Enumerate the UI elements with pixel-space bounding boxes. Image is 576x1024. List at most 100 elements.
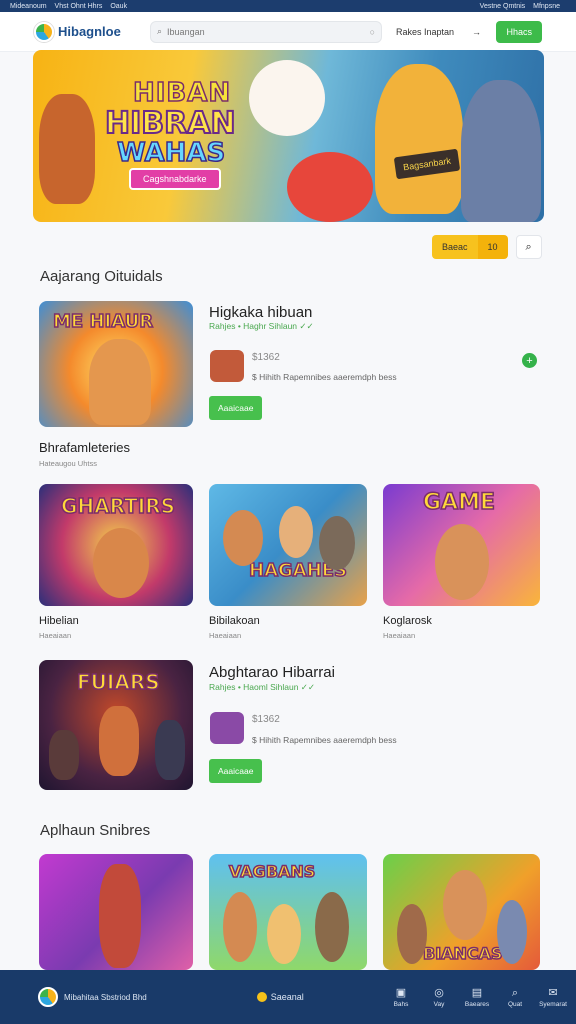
nav-item-2[interactable]: ◎ Vay [428,987,450,1008]
grid2-thumb-3[interactable]: BIANCAS [383,854,540,970]
filter-toolbar: Baeac 10 ⌕ [432,235,542,259]
hero-title-line1: HIBAN [132,77,232,109]
footer-center-text: Saeanal [270,992,304,1002]
arrow-icon: → [472,26,482,37]
top-link-4[interactable]: Vestne Qmtnis [480,3,526,10]
circle-icon: ◎ [434,986,444,999]
footer-center[interactable]: Saeanal [256,992,304,1002]
hero-banner[interactable]: HIBAN HIBRAN WAHAS Cagshnabdarke Bagsanb… [33,50,544,222]
top-link-3[interactable]: Oauk [110,3,127,10]
character [267,904,301,964]
featured-button-1[interactable]: Aaaicaae [209,396,263,420]
search-clear-icon[interactable]: ○ [370,27,375,37]
nav-item-3[interactable]: ▤ Baeares [465,986,489,1008]
grid-label-1[interactable]: Hibelian [39,615,79,627]
segment-control[interactable]: Baeac 10 [432,235,508,259]
character [397,904,427,964]
featured-thumb-2[interactable]: FUIARS [39,660,193,790]
thumb-word: ME HIAUR [52,310,154,333]
section-title-1: Aajarang Oituidals [40,268,163,285]
grid2-thumb-2[interactable]: VAGBANS [209,854,367,970]
nav-label: Syemarat [539,1000,567,1008]
grid-sub-2: Haeaiaan [209,631,242,640]
nav-label: Vay [433,1000,445,1008]
character [435,524,489,600]
logo-text: Hibagnloe [58,24,121,39]
lock-icon: ▣ [395,986,407,999]
thumb-word: GAME [422,489,496,516]
featured-desc-1: $ Hihith Rapemnibes aaeremdph bess [252,372,397,382]
top-link-2[interactable]: Vhst Ohnt Hhrs [55,3,103,10]
segment-a[interactable]: Baeac [432,235,478,259]
grid-icon: ▤ [471,986,483,999]
top-strip: Mideanoum Vhst Ohnt Hhrs Oauk Vestne Qmt… [0,0,576,12]
grid-sub-3: Haeaiaan [383,631,416,640]
man-character [461,80,541,222]
chat-icon: ✉ [548,986,558,999]
top-link-5[interactable]: Mfnpsne [533,3,560,10]
nav-label: Quat [507,1000,523,1008]
grid-thumb-1[interactable]: GHARTIRS [39,484,193,606]
search-icon: ⌕ [157,26,163,36]
featured-title-1[interactable]: Higkaka hibuan [209,304,312,321]
character [223,510,263,566]
nav-item-5[interactable]: ✉ Syemarat [539,986,567,1008]
grid-label-2[interactable]: Bibilakoan [209,615,260,627]
featured-thumb-1[interactable]: ME HIAUR [39,301,193,427]
segment-b[interactable]: 10 [477,235,508,259]
header: Hibagnloe ⌕ Ibuangan ○ Rakes Inaptan → H… [0,12,576,52]
grid-thumb-2[interactable]: HAGAHES [209,484,367,606]
label-block-title: Bhrafamleteries [39,440,131,455]
featured-button-2[interactable]: Aaaicaae [209,759,263,783]
grid-label-3[interactable]: Koglarosk [383,615,432,627]
top-link-1[interactable]: Mideanoum [10,3,47,10]
nav-label: Bahs [393,1000,409,1008]
character [99,864,141,968]
hero-button[interactable]: Cagshnabdarke [129,168,221,190]
search-icon: ⌕ [511,986,519,999]
grid-sub-1: Haeaiaan [39,631,72,640]
featured-title-2[interactable]: Abghtarao Hibarrai [209,664,335,681]
hero-title-line3: WAHAS [116,137,226,169]
dog-character [249,60,325,136]
bottom-bar: Mibahitaa Sbstriod Bhd Saeanal ▣ Bahs ◎ Va… [0,970,576,1024]
boy-character [375,64,463,214]
coin-icon [256,992,267,1002]
thumb-word: VAGBANS [228,861,316,882]
search-icon: ⌕ [525,240,532,253]
puppy-character [287,152,373,222]
nav-item-1[interactable]: ▣ Bahs [390,987,412,1008]
search-placeholder: Ibuangan [167,26,205,37]
featured-price-2: $1362 [252,714,280,725]
featured-price-1: $1362 [252,352,280,363]
search-button[interactable]: ⌕ [515,235,542,259]
character [99,706,139,776]
grid2-thumb-1[interactable] [39,854,193,970]
signup-button[interactable]: Hhacs [496,20,542,43]
character [443,870,487,940]
login-link[interactable]: Rakes Inaptan [396,27,454,37]
hero-title-line2: HIBRAN [104,105,237,142]
footer-brand-text: Mibahitaa Sbstriod Bhd [64,992,147,1002]
logo-icon [34,21,54,42]
character [49,730,79,780]
thumb-word: FUIARS [76,669,160,695]
featured-meta-2: Rahjes • Haoml Sihlaun ✓✓ [209,682,316,692]
add-icon[interactable]: + [522,353,537,368]
character [223,892,257,962]
character [93,528,149,598]
thumb-word: BIANCAS [422,943,503,964]
nav-item-4[interactable]: ⌕ Quat [504,987,526,1008]
featured-meta-1: Rahjes • Haghr Sihlaun ✓✓ [209,321,314,331]
grid-thumb-3[interactable]: GAME [383,484,540,606]
character [155,720,185,780]
logo[interactable]: Hibagnloe [34,21,148,42]
mini-avatar [210,350,244,382]
bottom-nav: ▣ Bahs ◎ Vay ▤ Baeares ⌕ Quat ✉ Syemarat [390,986,567,1008]
mini-avatar [210,712,244,744]
featured-desc-2: $ Hihith Rapemnibes aaeremdph bess [252,735,397,745]
search-field[interactable]: ⌕ Ibuangan ○ [150,20,382,43]
footer-brand[interactable]: Mibahitaa Sbstriod Bhd [38,987,147,1007]
section-title-2: Aplhaun Snibres [40,822,151,839]
character [279,506,313,558]
